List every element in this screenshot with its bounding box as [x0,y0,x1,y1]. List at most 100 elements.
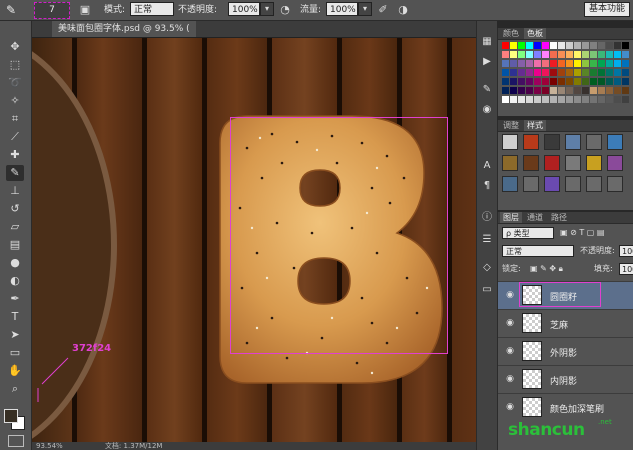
style-preset[interactable] [523,134,539,150]
color-swatch[interactable] [518,69,525,76]
color-swatch[interactable] [566,60,573,67]
filter-icons[interactable]: ▣ ⊘ T ▢ ▤ [560,227,604,239]
fill-input[interactable]: 100 [619,263,633,275]
color-swatch[interactable] [622,96,629,103]
visibility-eye-icon[interactable]: ◉ [504,290,516,300]
color-swatch[interactable] [550,60,557,67]
color-swatch[interactable] [606,42,613,49]
color-swatch[interactable] [558,87,565,94]
color-swatch[interactable] [542,78,549,85]
path-select-tool-icon[interactable]: ➤ [6,327,24,343]
move-tool-icon[interactable]: ✥ [6,39,24,55]
color-swatch[interactable] [566,78,573,85]
type-tool-icon[interactable]: T [6,309,24,325]
blur-tool-icon[interactable]: ● [6,255,24,271]
color-swatch[interactable] [542,60,549,67]
color-swatch[interactable] [510,60,517,67]
mode-select[interactable]: 正常 [130,2,174,16]
color-swatch[interactable] [518,96,525,103]
character-panel-icon[interactable]: A [480,159,494,173]
color-swatch[interactable] [534,78,541,85]
3d-panel-icon[interactable]: ◇ [480,261,494,275]
brush-tool-icon[interactable]: ✎ [6,3,22,17]
color-swatch[interactable] [526,96,533,103]
opacity-dropdown-icon[interactable]: ▾ [260,2,274,16]
color-swatch[interactable] [582,87,589,94]
color-swatch[interactable] [502,69,509,76]
color-swatch[interactable] [518,42,525,49]
color-swatch[interactable] [582,96,589,103]
style-preset[interactable] [523,176,539,192]
color-swatch[interactable] [550,69,557,76]
style-preset[interactable] [544,155,560,171]
color-swatch[interactable] [566,96,573,103]
layer-name[interactable]: 颜色加深笔刷 [550,402,604,415]
brush-preset-picker[interactable]: 7 [34,2,70,19]
tab-color[interactable]: 颜色 [500,28,522,39]
color-swatch[interactable] [558,42,565,49]
color-swatch[interactable] [590,51,597,58]
lock-icons[interactable]: ▣ ✎ ✥ 🔒︎ [530,263,563,275]
color-swatch[interactable] [510,69,517,76]
tab-swatches[interactable]: 色板 [524,28,546,39]
color-swatch[interactable] [558,96,565,103]
color-swatch[interactable] [590,69,597,76]
opacity-input[interactable]: 100% [228,2,260,16]
style-preset[interactable] [502,176,518,192]
color-swatch[interactable] [510,87,517,94]
color-swatch[interactable] [574,87,581,94]
workspace-switcher[interactable]: 基本功能 [584,2,630,17]
color-swatch[interactable] [534,87,541,94]
tab-channels[interactable]: 通道 [524,212,546,223]
tab-paths[interactable]: 路径 [548,212,570,223]
color-swatch[interactable] [582,51,589,58]
style-preset[interactable] [565,134,581,150]
document-canvas[interactable]: 372f24 [32,38,495,442]
quick-mask-icon[interactable] [8,435,24,447]
color-swatch[interactable] [622,78,629,85]
quick-select-tool-icon[interactable]: ✧ [6,93,24,109]
color-swatch[interactable] [606,87,613,94]
style-preset[interactable] [586,134,602,150]
filter-kind-select[interactable]: ρ 类型 [502,227,554,239]
tab-adjustments[interactable]: 调整 [500,120,522,131]
color-swatch[interactable] [590,96,597,103]
history-panel-icon[interactable]: ▦ [480,35,494,49]
color-swatch[interactable] [598,78,605,85]
visibility-eye-icon[interactable]: ◉ [504,374,516,384]
color-swatch[interactable] [558,78,565,85]
color-swatch[interactable] [550,42,557,49]
eyedropper-tool-icon[interactable]: ⟋ [6,129,24,145]
color-swatch[interactable] [526,69,533,76]
color-swatch[interactable] [590,78,597,85]
crop-tool-icon[interactable]: ⌗ [6,111,24,127]
status-zoom[interactable]: 93.54% [36,442,63,450]
color-swatch[interactable] [614,96,621,103]
color-swatch[interactable] [558,51,565,58]
color-swatch[interactable] [558,69,565,76]
color-swatch[interactable] [518,60,525,67]
color-swatch[interactable] [606,69,613,76]
style-preset[interactable] [607,134,623,150]
color-swatch[interactable] [574,42,581,49]
color-swatch[interactable] [614,60,621,67]
color-swatch[interactable] [566,87,573,94]
color-swatch[interactable] [582,42,589,49]
color-swatch[interactable] [606,78,613,85]
color-swatch[interactable] [542,42,549,49]
shape-tool-icon[interactable]: ▭ [6,345,24,361]
color-swatch[interactable] [574,96,581,103]
gradient-tool-icon[interactable]: ▤ [6,237,24,253]
visibility-eye-icon[interactable]: ◉ [504,346,516,356]
color-swatch[interactable] [614,87,621,94]
color-swatch[interactable] [550,78,557,85]
blend-mode-select[interactable]: 正常 [502,245,574,257]
color-swatch[interactable] [598,87,605,94]
healing-tool-icon[interactable]: ✚ [6,147,24,163]
style-preset[interactable] [586,176,602,192]
color-swatch[interactable] [622,51,629,58]
color-swatch[interactable] [502,42,509,49]
color-swatch[interactable] [534,96,541,103]
color-swatch[interactable] [574,78,581,85]
color-swatch[interactable] [622,42,629,49]
